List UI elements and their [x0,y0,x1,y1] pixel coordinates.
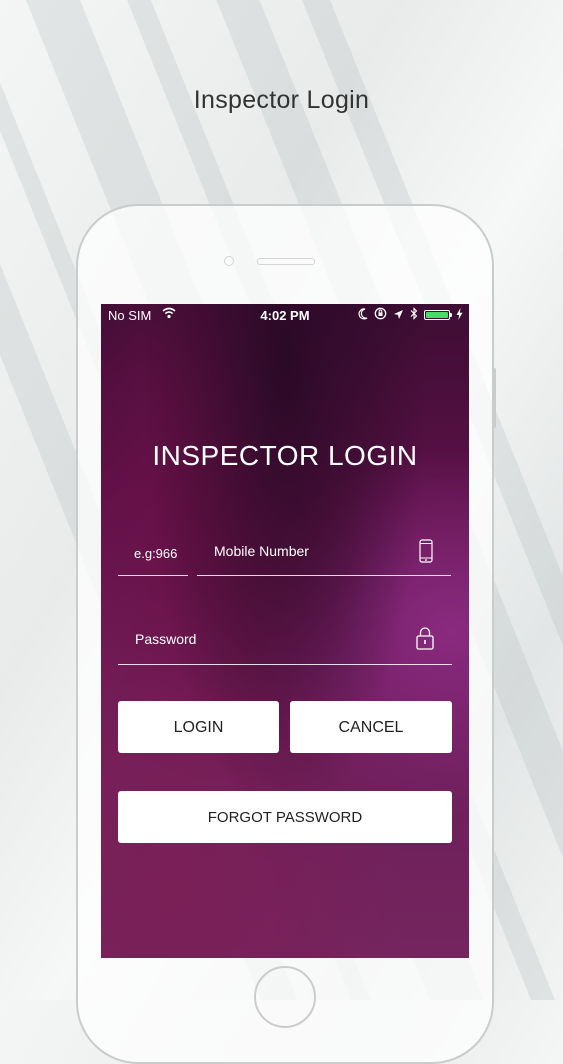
password-underline [118,664,452,665]
app-screen: No SIM 4:02 PM INSPECTOR LOGIN e.g:966 M… [101,304,469,958]
page-title: Inspector Login [193,86,370,114]
phone-camera [224,256,234,266]
login-heading: INSPECTOR LOGIN [152,440,418,471]
orientation-lock-icon [374,307,387,323]
country-code-underline [118,575,188,576]
password-input[interactable] [133,630,397,648]
charging-icon [456,307,463,323]
mobile-number-input[interactable] [212,542,406,560]
country-code-field[interactable] [118,533,196,577]
home-button [254,966,316,1028]
phone-side-button [492,368,496,428]
lock-icon [416,626,434,655]
forgot-password-button[interactable]: FORGOT PASSWORD [118,791,452,843]
mobile-number-underline [197,575,451,576]
mobile-number-field[interactable] [197,533,451,577]
country-code-input[interactable] [132,545,196,562]
bluetooth-icon [410,307,418,323]
login-button[interactable]: LOGIN [118,701,279,753]
status-bar: No SIM 4:02 PM [101,304,469,326]
location-arrow-icon [393,308,404,323]
phone-speaker [257,258,315,265]
status-icons [358,307,463,323]
password-field[interactable] [118,620,452,666]
battery-icon [424,310,452,320]
mobile-phone-icon [419,539,433,568]
cancel-button[interactable]: CANCEL [290,701,452,753]
moon-icon [358,307,368,323]
